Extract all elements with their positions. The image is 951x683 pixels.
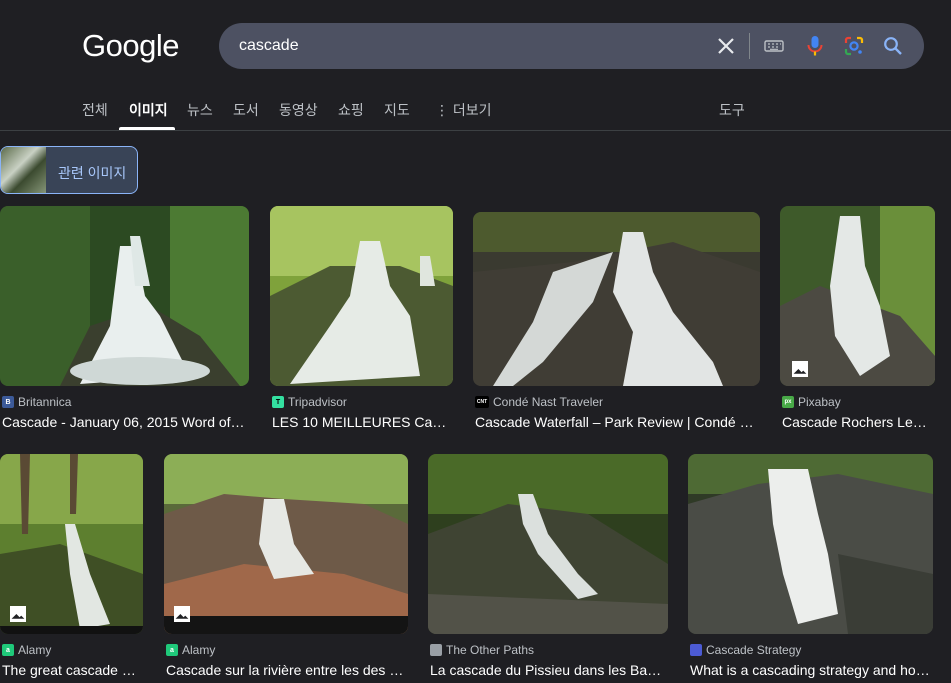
related-images-chip[interactable]: 관련 이미지 xyxy=(0,146,138,194)
result-thumbnail[interactable] xyxy=(428,454,668,634)
result-source[interactable]: T Tripadvisor xyxy=(272,395,347,409)
tab-books[interactable]: 도서 xyxy=(233,100,259,120)
alamy-favicon-icon: a xyxy=(2,644,14,656)
search-icon[interactable] xyxy=(881,34,905,58)
tab-maps[interactable]: 지도 xyxy=(384,100,410,120)
result-source[interactable]: Cascade Strategy xyxy=(690,643,801,657)
search-input[interactable]: cascade xyxy=(239,37,299,55)
result-thumbnail[interactable] xyxy=(688,454,933,634)
result-title[interactable]: Cascade Waterfall – Park Review | Condé … xyxy=(475,414,758,430)
result-title[interactable]: La cascade du Pissieu dans les Bauges xyxy=(430,662,666,678)
google-logo[interactable]: Google xyxy=(82,28,179,64)
search-bar[interactable]: cascade xyxy=(219,23,924,69)
result-thumbnail[interactable] xyxy=(0,206,249,386)
result-title[interactable]: Cascade - January 06, 2015 Word of the D… xyxy=(2,414,247,430)
result-title[interactable]: The great cascade Stock Photo xyxy=(2,662,141,678)
britannica-favicon-icon: B xyxy=(2,396,14,408)
result-source[interactable]: B Britannica xyxy=(2,395,71,409)
result-title[interactable]: What is a cascading strategy and how doe… xyxy=(690,662,931,678)
result-thumbnail[interactable] xyxy=(164,454,408,634)
conde-nast-favicon-icon: CNT xyxy=(475,396,489,408)
close-icon[interactable] xyxy=(714,34,738,58)
tab-more[interactable]: ⋮ 더보기 xyxy=(435,100,492,120)
image-badge-icon xyxy=(10,606,26,622)
the-other-paths-favicon-icon xyxy=(430,644,442,656)
tools-button[interactable]: 도구 xyxy=(719,100,745,120)
tripadvisor-favicon-icon: T xyxy=(272,396,284,408)
search-tabs: 전체 이미지 뉴스 도서 동영상 쇼핑 지도 ⋮ 더보기 도구 xyxy=(0,95,951,131)
tab-shopping[interactable]: 쇼핑 xyxy=(338,100,364,120)
result-source[interactable]: px Pixabay xyxy=(782,395,841,409)
tab-videos[interactable]: 동영상 xyxy=(279,100,318,120)
result-title[interactable]: Cascade sur la rivière entre les des roc… xyxy=(166,662,406,678)
result-thumbnail[interactable] xyxy=(270,206,453,386)
result-thumbnail[interactable] xyxy=(780,206,935,386)
page: Google cascade 전체 이미지 뉴스 도서 동영상 쇼핑 지도 ⋮ … xyxy=(0,0,951,683)
search-divider xyxy=(749,33,750,59)
image-badge-icon xyxy=(792,361,808,377)
result-thumbnail[interactable] xyxy=(0,454,143,634)
lens-icon[interactable] xyxy=(842,34,866,58)
active-tab-indicator xyxy=(119,127,175,130)
tab-news[interactable]: 뉴스 xyxy=(187,100,213,120)
microphone-icon[interactable] xyxy=(803,34,827,58)
result-source[interactable]: a Alamy xyxy=(2,643,51,657)
keyboard-icon[interactable] xyxy=(762,34,786,58)
result-title[interactable]: Cascade Rochers Les Arbres xyxy=(782,414,933,430)
related-images-label: 관련 이미지 xyxy=(58,165,127,181)
pixabay-favicon-icon: px xyxy=(782,396,794,408)
result-thumbnail[interactable] xyxy=(473,212,760,386)
result-source[interactable]: a Alamy xyxy=(166,643,215,657)
cascade-strategy-favicon-icon xyxy=(690,644,702,656)
tab-images[interactable]: 이미지 xyxy=(129,100,168,120)
related-images-thumbnail xyxy=(1,147,46,193)
result-source[interactable]: The Other Paths xyxy=(430,643,534,657)
alamy-favicon-icon: a xyxy=(166,644,178,656)
result-source[interactable]: CNT Condé Nast Traveler xyxy=(475,395,603,409)
tab-all[interactable]: 전체 xyxy=(82,100,108,120)
image-badge-icon xyxy=(174,606,190,622)
result-title[interactable]: LES 10 MEILLEURES Cascades & chutes xyxy=(272,414,451,430)
